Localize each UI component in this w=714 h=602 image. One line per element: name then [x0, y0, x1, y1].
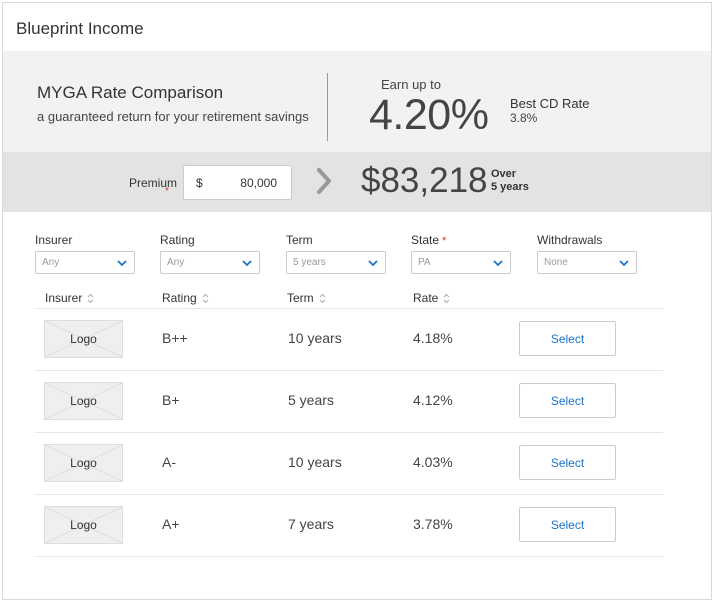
hero-title: MYGA Rate Comparison [37, 83, 224, 102]
filter-label-text: Withdrawals [537, 233, 603, 247]
column-header-label: Insurer [45, 291, 83, 305]
chevron-down-icon [493, 260, 503, 267]
dropdown-value: 5 years [293, 257, 326, 268]
logo-text: Logo [70, 456, 97, 470]
column-header-term[interactable]: Term [287, 291, 326, 305]
table-row: Logo B++ 10 years 4.18% Select [35, 309, 663, 371]
select-button[interactable]: Select [519, 383, 616, 418]
over-term-line1: Over [491, 168, 517, 180]
filter-label-text: Term [286, 233, 313, 247]
app-title: Blueprint Income [16, 19, 144, 38]
chevron-right-icon [315, 166, 333, 201]
select-button[interactable]: Select [519, 507, 616, 542]
select-button[interactable]: Select [519, 321, 616, 356]
dropdown-value: PA [418, 257, 431, 268]
filter-bar: Insurer Any Rating Any Term 5 years Stat… [3, 233, 711, 278]
required-marker: * [442, 235, 447, 247]
chevron-down-icon [242, 260, 252, 267]
chevron-down-icon [368, 260, 378, 267]
table-header: Insurer Rating Term Rate [35, 287, 663, 309]
column-header-insurer[interactable]: Insurer [45, 291, 94, 305]
earn-rate-value: 4.20% [369, 91, 489, 139]
table-row: Logo B+ 5 years 4.12% Select [35, 371, 663, 433]
app-frame: Blueprint Income MYGA Rate Comparison a … [2, 2, 712, 600]
currency-symbol: $ [196, 176, 203, 190]
rating-cell: A- [162, 454, 176, 470]
term-cell: 10 years [288, 454, 342, 470]
over-term-line2: 5 years [491, 181, 529, 193]
logo-text: Logo [70, 332, 97, 346]
term-cell: 7 years [288, 516, 334, 532]
projected-total: $83,218 [361, 161, 488, 200]
over-term-label: Over 5 years [491, 168, 529, 194]
filter-state: State * PA [411, 233, 511, 274]
sort-icon[interactable] [87, 293, 94, 304]
premium-input[interactable]: $ 80,000 [183, 165, 292, 200]
chevron-down-icon [619, 260, 629, 267]
state-dropdown[interactable]: PA [411, 251, 511, 274]
term-cell: 5 years [288, 392, 334, 408]
table-row: Logo A+ 7 years 3.78% Select [35, 495, 663, 557]
hero-banner: MYGA Rate Comparison a guaranteed return… [3, 51, 711, 152]
column-header-label: Rate [413, 291, 439, 305]
hero-subtitle: a guaranteed return for your retirement … [37, 109, 309, 124]
dropdown-value: Any [167, 257, 185, 268]
filter-rating: Rating Any [160, 233, 260, 274]
withdrawals-dropdown[interactable]: None [537, 251, 637, 274]
insurer-logo: Logo [44, 506, 123, 544]
rating-cell: A+ [162, 516, 180, 532]
sort-icon[interactable] [443, 293, 450, 304]
premium-value[interactable]: 80,000 [240, 176, 277, 190]
filter-label: Term [286, 233, 386, 251]
filter-insurer: Insurer Any [35, 233, 135, 274]
required-marker: * [165, 186, 169, 197]
column-header-rate[interactable]: Rate [413, 291, 450, 305]
filter-label: State * [411, 233, 511, 251]
filter-label-text: Rating [160, 233, 195, 247]
table-row: Logo A- 10 years 4.03% Select [35, 433, 663, 495]
rating-cell: B+ [162, 392, 180, 408]
hero-divider [327, 73, 328, 141]
logo-text: Logo [70, 518, 97, 532]
dropdown-value: None [544, 257, 568, 268]
filter-label-text: State [411, 233, 440, 247]
rate-table-body: Logo B++ 10 years 4.18% Select Logo B+ 5… [35, 309, 663, 557]
insurer-logo: Logo [44, 444, 123, 482]
premium-calculator: Premium * $ 80,000 $83,218 Over 5 years [3, 152, 711, 212]
earn-label: Earn up to [381, 77, 441, 92]
sort-icon[interactable] [202, 293, 209, 304]
column-header-label: Rating [162, 291, 197, 305]
column-header-rating[interactable]: Rating [162, 291, 209, 305]
logo-text: Logo [70, 394, 97, 408]
filter-term: Term 5 years [286, 233, 386, 274]
sort-icon[interactable] [319, 293, 326, 304]
rating-cell: B++ [162, 330, 188, 346]
rate-cell: 4.12% [413, 392, 453, 408]
premium-label: Premium [129, 176, 178, 190]
best-cd-label: Best CD Rate [510, 96, 590, 111]
term-cell: 10 years [288, 330, 342, 346]
rating-dropdown[interactable]: Any [160, 251, 260, 274]
filter-label: Insurer [35, 233, 135, 251]
select-button[interactable]: Select [519, 445, 616, 480]
term-dropdown[interactable]: 5 years [286, 251, 386, 274]
filter-label: Rating [160, 233, 260, 251]
filter-label: Withdrawals [537, 233, 637, 251]
dropdown-value: Any [42, 257, 60, 268]
rate-cell: 4.18% [413, 330, 453, 346]
column-header-label: Term [287, 291, 314, 305]
filter-label-text: Insurer [35, 233, 73, 247]
filter-withdrawals: Withdrawals None [537, 233, 637, 274]
insurer-logo: Logo [44, 320, 123, 358]
best-cd-value: 3.8% [510, 111, 538, 125]
insurer-logo: Logo [44, 382, 123, 420]
rate-cell: 4.03% [413, 454, 453, 470]
chevron-down-icon [117, 260, 127, 267]
insurer-dropdown[interactable]: Any [35, 251, 135, 274]
rate-cell: 3.78% [413, 516, 453, 532]
